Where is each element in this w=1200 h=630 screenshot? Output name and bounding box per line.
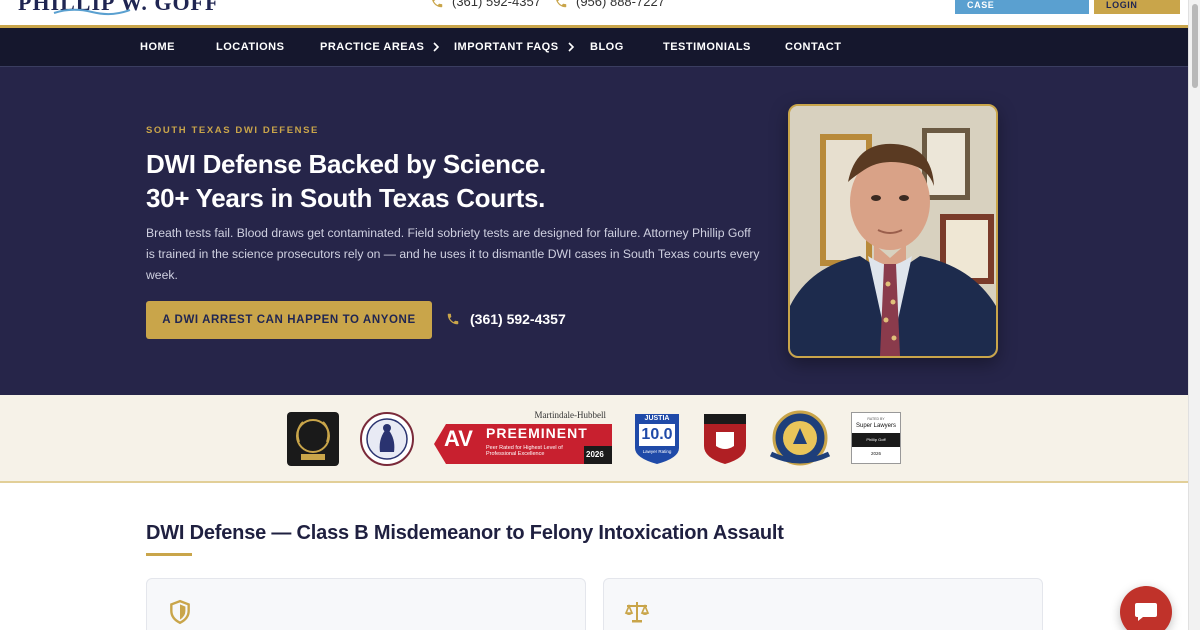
section-title: DWI Defense — Class B Misdemeanor to Fel… <box>146 522 784 544</box>
justia-subtext: Lawyer Rating <box>642 449 672 454</box>
hero-phone-link[interactable]: (361) 592-4357 <box>446 311 566 327</box>
hero-headline-line2: 30+ Years in South Texas Courts. <box>146 183 546 213</box>
main-nav: HOME LOCATIONS PRACTICE AREAS IMPORTANT … <box>0 28 1188 67</box>
attorney-photo-illustration <box>790 106 996 356</box>
chat-bubble-icon <box>1135 603 1157 621</box>
nav-item-practice-areas[interactable]: PRACTICE AREAS <box>320 41 440 53</box>
header-phone-secondary-text: (956) 888-7227 <box>576 0 665 9</box>
chevron-right-icon <box>568 42 574 52</box>
nav-item-blog[interactable]: BLOG <box>590 41 624 53</box>
martindale-label: Martindale-Hubbell <box>534 410 606 420</box>
service-card[interactable] <box>603 578 1043 630</box>
association-round-seal-icon <box>769 410 831 466</box>
nav-item-home[interactable]: HOME <box>140 41 175 53</box>
service-card[interactable] <box>146 578 586 630</box>
av-year: 2026 <box>586 450 604 459</box>
nav-item-label: CONTACT <box>785 41 842 53</box>
super-lawyers-rated-by: RATED BY <box>867 417 885 421</box>
talk-about-case-button[interactable]: TALK ABOUT YOUR CASE <box>955 0 1089 14</box>
hero-headline: DWI Defense Backed by Science. 30+ Years… <box>146 147 546 215</box>
dui-defense-shield-icon <box>704 414 746 464</box>
phone-icon <box>432 0 443 7</box>
nav-item-label: IMPORTANT FAQS <box>454 41 559 53</box>
dwi-arrest-cta-button[interactable]: A DWI ARREST CAN HAPPEN TO ANYONE <box>146 301 432 339</box>
martindale-av-preeminent-badge: Martindale-Hubbell AV PREEMINENT Peer Ra… <box>434 410 614 466</box>
phone-icon <box>556 0 567 7</box>
header-phone-primary[interactable]: (361) 592-4357 <box>430 0 541 9</box>
av-letters: AV <box>444 426 473 451</box>
scrollbar-thumb[interactable] <box>1192 4 1198 88</box>
shield-icon <box>170 599 190 625</box>
nav-item-label: HOME <box>140 41 175 53</box>
super-lawyers-person: Phillip Goff <box>866 437 886 442</box>
nav-item-label: TESTIMONIALS <box>663 41 751 53</box>
section-title-underline <box>146 553 192 556</box>
hero-headline-line1: DWI Defense Backed by Science. <box>146 149 546 179</box>
preeminent-label: PREEMINENT <box>486 425 588 441</box>
super-lawyers-year: 2026 <box>870 451 881 456</box>
hero-eyebrow: SOUTH TEXAS DWI DEFENSE <box>146 125 319 136</box>
header-phone-primary-text: (361) 592-4357 <box>452 0 541 9</box>
client-login-button[interactable]: CLIENT LOGIN <box>1094 0 1180 14</box>
hero-phone-text: (361) 592-4357 <box>470 311 566 327</box>
av-subtext: Peer Rated for Highest Level of Professi… <box>486 445 563 457</box>
hero-section: SOUTH TEXAS DWI DEFENSE DWI Defense Back… <box>0 67 1188 395</box>
nav-item-label: LOCATIONS <box>216 41 285 53</box>
scales-of-justice-icon <box>624 602 650 623</box>
nav-item-label: PRACTICE AREAS <box>320 41 425 53</box>
nav-item-testimonials[interactable]: TESTIMONIALS <box>663 41 751 53</box>
super-lawyers-name: Super Lawyers <box>855 423 897 429</box>
nav-item-important-faqs[interactable]: IMPORTANT FAQS <box>454 41 575 53</box>
lady-justice-seal-icon <box>360 412 414 466</box>
nav-item-contact[interactable]: CONTACT <box>785 41 841 53</box>
nav-item-label: BLOG <box>590 41 624 53</box>
page-scrollbar[interactable] <box>1188 0 1200 630</box>
header-phone-secondary[interactable]: (956) 888-7227 <box>554 0 665 9</box>
super-lawyers-badge: RATED BY Super Lawyers Phillip Goff 2026 <box>851 412 901 464</box>
justia-label: JUSTIA <box>644 415 670 422</box>
justia-rating-badge: JUSTIA 10.0 Lawyer Rating <box>633 412 681 466</box>
awards-strip: Martindale-Hubbell AV PREEMINENT Peer Ra… <box>0 395 1188 483</box>
chevron-right-icon <box>433 42 440 52</box>
chat-widget-button[interactable] <box>1120 586 1172 630</box>
attorney-portrait <box>788 104 998 358</box>
hero-description: Breath tests fail. Blood draws get conta… <box>146 226 760 282</box>
justia-score: 10.0 <box>641 426 673 443</box>
site-header: PHILLIP W. GOFF (361) 592-4357 (956) 888… <box>0 0 1188 28</box>
logo-swoosh-icon <box>53 8 131 16</box>
phone-icon <box>447 313 459 325</box>
nav-item-locations[interactable]: LOCATIONS <box>216 41 284 53</box>
award-laurel-seal-icon <box>287 412 339 466</box>
